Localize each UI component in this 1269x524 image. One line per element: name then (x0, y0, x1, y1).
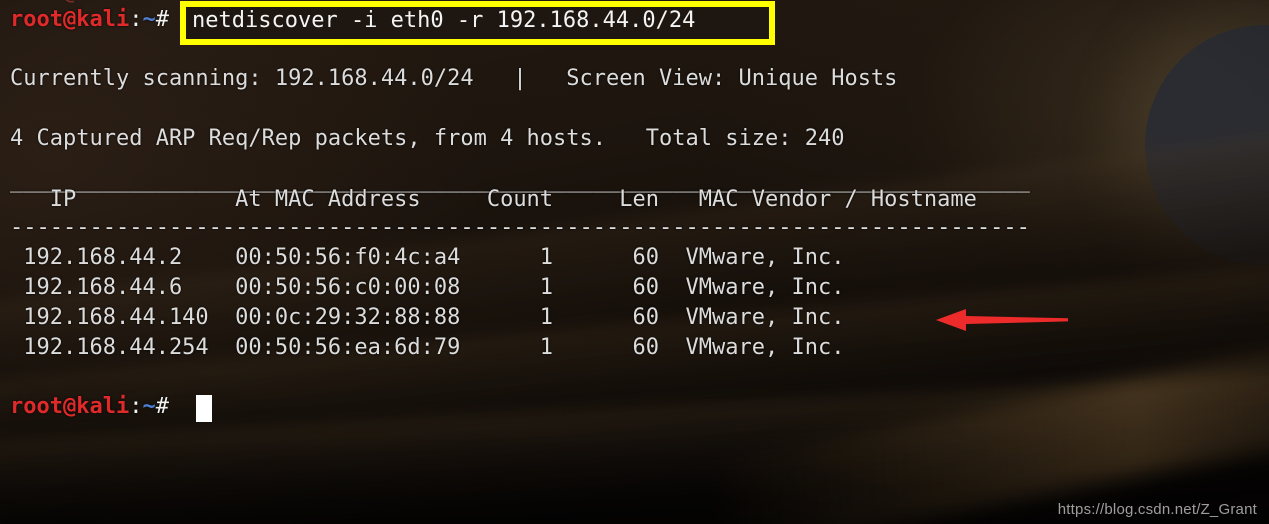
command-prompt-line: root@kali:~# (10, 5, 169, 35)
table-rule-separator: ----------------------------------------… (10, 215, 1030, 240)
prompt-path: ~ (142, 394, 156, 419)
prompt-user-host: root@kali (10, 7, 130, 32)
prompt-user-host: root@kali (10, 394, 130, 419)
scanning-status-line: Currently scanning: 192.168.44.0/24 | Sc… (10, 66, 898, 91)
annotation-arrow-icon (936, 305, 1068, 335)
table-row[interactable]: 192.168.44.254 00:50:56:ea:6d:79 1 60 VM… (10, 333, 844, 363)
text-cursor (196, 395, 212, 422)
prompt-path: ~ (142, 7, 156, 32)
prompt-colon: : (129, 394, 143, 419)
capture-summary-line: 4 Captured ARP Req/Rep packets, from 4 h… (10, 126, 845, 151)
command-text[interactable]: netdiscover -i eth0 -r 192.168.44.0/24 (192, 5, 695, 37)
terminal-window: root@kali:~# root@kali:~# netdiscover -i… (0, 0, 1269, 524)
active-prompt-line[interactable]: root@kali:~# (10, 392, 169, 422)
table-header-row: IP At MAC Address Count Len MAC Vendor /… (10, 187, 977, 212)
table-row[interactable]: 192.168.44.2 00:50:56:f0:4c:a4 1 60 VMwa… (10, 243, 844, 273)
prompt-sigil: # (155, 7, 169, 32)
csdn-watermark: https://blog.csdn.net/Z_Grant (1057, 501, 1257, 518)
prompt-sigil: # (155, 394, 169, 419)
table-row[interactable]: 192.168.44.6 00:50:56:c0:00:08 1 60 VMwa… (10, 273, 844, 303)
terminal-output-area[interactable]: root@kali:~# root@kali:~# netdiscover -i… (0, 0, 1269, 524)
prompt-colon: : (129, 7, 143, 32)
table-row[interactable]: 192.168.44.140 00:0c:29:32:88:88 1 60 VM… (10, 303, 844, 333)
